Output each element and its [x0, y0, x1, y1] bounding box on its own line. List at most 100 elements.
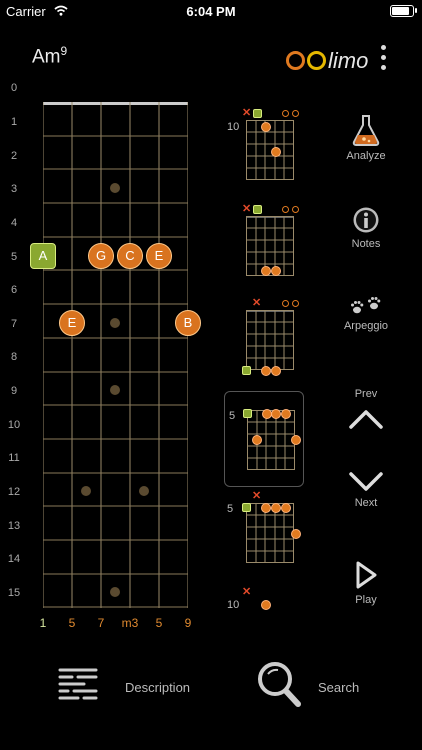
more-dot-icon [381, 65, 386, 70]
fret-number: 15 [7, 587, 21, 599]
voicing-note [261, 600, 271, 610]
search-label: Search [318, 680, 360, 695]
open-string-icon [282, 110, 289, 117]
play-icon [356, 561, 377, 589]
notes-label: Notes [351, 238, 381, 250]
analyze-button[interactable]: Analyze [332, 114, 400, 162]
string-label: 5 [155, 616, 163, 630]
search-icon [258, 662, 301, 707]
fret-inlay-dot [110, 318, 120, 328]
description-button[interactable]: Description [56, 664, 196, 708]
voicing-diagram-5[interactable]: ✕ 5 [222, 489, 304, 579]
clock: 6:04 PM [186, 4, 236, 19]
search-button[interactable]: Search [256, 660, 376, 710]
battery-tip [415, 8, 417, 13]
voicing-diagram-3[interactable]: ✕ [222, 290, 304, 380]
fret-number: 10 [7, 419, 21, 431]
voicing-diagram-2[interactable]: ✕ [222, 196, 304, 286]
status-bar: Carrier 6:04 PM [0, 0, 422, 22]
voicing-diagram-6[interactable]: ✕ 10 [222, 585, 304, 615]
arpeggio-label: Arpeggio [343, 320, 389, 332]
description-label: Description [125, 680, 191, 695]
more-menu-button[interactable] [381, 45, 387, 75]
description-lines-icon [58, 668, 98, 700]
fret-number: 1 [10, 116, 18, 128]
logo-text: limo [328, 48, 369, 73]
voicing-note [271, 366, 281, 376]
more-dot-icon [381, 45, 386, 50]
voicing-note [291, 435, 301, 445]
fret-number: 9 [10, 385, 18, 397]
note-c[interactable]: C [117, 243, 143, 269]
open-string-icon [292, 300, 299, 307]
chord-root: Am [32, 46, 61, 68]
muted-string-icon: ✕ [242, 586, 252, 598]
voicing-fret-number: 10 [227, 121, 240, 133]
string-label: 7 [97, 616, 105, 630]
open-string-icon [292, 206, 299, 213]
fret-number: 2 [10, 150, 18, 162]
root-marker-icon [253, 109, 262, 118]
paw-prints-icon [351, 297, 381, 314]
voicing-note [271, 147, 281, 157]
fret-number: 11 [8, 452, 20, 464]
note-g[interactable]: G [88, 243, 114, 269]
fret-inlay-dot [81, 486, 91, 496]
string-label: 5 [68, 616, 76, 630]
string-label: m3 [121, 616, 139, 630]
fret-number: 12 [7, 486, 21, 498]
open-string-icon [282, 300, 289, 307]
note-e-fret7[interactable]: E [59, 310, 85, 336]
battery-icon [390, 5, 414, 17]
next-button[interactable]: Next [332, 471, 400, 509]
voicing-note [261, 503, 271, 513]
muted-string-icon: ✕ [242, 203, 252, 215]
muted-string-icon: ✕ [252, 490, 262, 502]
voicing-note [261, 366, 271, 376]
fret-inlay-dot [110, 587, 120, 597]
note-root-a[interactable]: A [30, 243, 56, 269]
voicing-diagram-1[interactable]: ✕ 10 [222, 104, 304, 194]
voicing-note [271, 266, 281, 276]
note-e-fret5[interactable]: E [146, 243, 172, 269]
voicing-note [252, 435, 262, 445]
prev-label: Prev [354, 388, 378, 400]
voicing-grid [246, 310, 294, 370]
chord-extension: 9 [60, 44, 68, 58]
play-label: Play [355, 594, 377, 606]
fret-number: 7 [10, 318, 18, 330]
root-marker-icon [242, 366, 251, 375]
more-dot-icon [381, 55, 386, 60]
notes-button[interactable]: Notes [332, 206, 400, 250]
fret-inlay-dot [139, 486, 149, 496]
fret-number: 3 [10, 183, 18, 195]
logo-ring-icon-2 [307, 51, 326, 70]
info-icon [353, 207, 379, 233]
chord-title: Am9 [32, 44, 67, 68]
muted-string-icon: ✕ [252, 297, 262, 309]
chevron-up-icon [349, 410, 383, 429]
voicing-fret-number: 5 [229, 410, 236, 422]
fret-number: 13 [7, 520, 21, 532]
fret-number: 8 [10, 351, 18, 363]
analyze-label: Analyze [346, 150, 386, 162]
voicing-note [261, 122, 271, 132]
root-marker-icon [243, 409, 252, 418]
arpeggio-button[interactable]: Arpeggio [332, 296, 400, 332]
logo-ring-icon [286, 51, 305, 70]
play-button[interactable]: Play [332, 560, 400, 606]
fret-inlay-dot [110, 183, 120, 193]
flask-icon [352, 115, 380, 146]
fretboard[interactable] [43, 102, 188, 608]
note-b[interactable]: B [175, 310, 201, 336]
root-marker-icon [253, 205, 262, 214]
muted-string-icon: ✕ [242, 107, 252, 119]
voicing-note [281, 503, 291, 513]
fret-number: 6 [10, 284, 18, 296]
fret-number: 14 [7, 553, 21, 565]
voicing-note [261, 266, 271, 276]
root-marker-icon [242, 503, 251, 512]
voicing-diagram-4-selected[interactable]: 5 [224, 391, 304, 487]
voicing-note [281, 409, 291, 419]
prev-button[interactable]: Prev [332, 388, 400, 434]
